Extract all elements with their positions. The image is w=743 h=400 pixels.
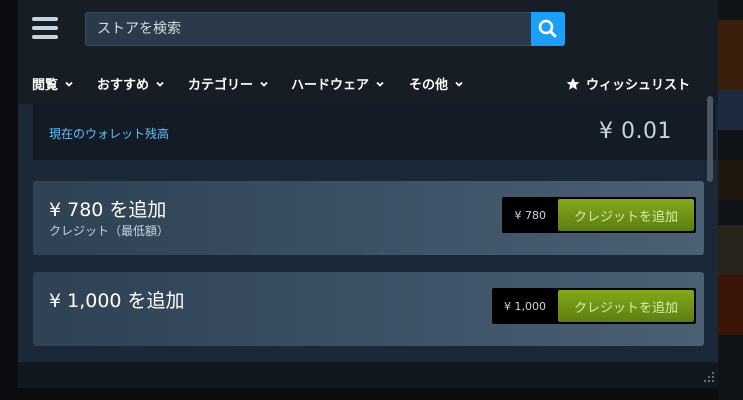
search-button[interactable] bbox=[531, 12, 565, 46]
purchase-box: ¥ 1,000 クレジットを追加 bbox=[491, 288, 696, 324]
store-window: 閲覧 おすすめ カテゴリー ハードウェア その他 ウィッシュリスト 現在のウォ bbox=[18, 0, 718, 388]
add-credit-button[interactable]: クレジットを追加 bbox=[557, 290, 694, 322]
star-icon bbox=[566, 77, 580, 90]
search-icon bbox=[538, 19, 557, 38]
chevron-down-icon bbox=[376, 81, 384, 87]
add-funds-title: ¥ 1,000 を追加 bbox=[49, 290, 185, 312]
balance-value: ¥ 0.01 bbox=[599, 119, 672, 144]
nav-item-other[interactable]: その他 bbox=[409, 74, 464, 93]
nav-item-label: 閲覧 bbox=[32, 78, 59, 93]
nav-item-label: おすすめ bbox=[97, 78, 150, 93]
add-funds-card-1000: ¥ 1,000 を追加 ¥ 1,000 クレジットを追加 bbox=[33, 272, 704, 346]
hamburger-menu-icon[interactable] bbox=[32, 17, 58, 39]
price-label: ¥ 780 bbox=[514, 208, 546, 222]
add-funds-card-780: ¥ 780 を追加 クレジット（最低額） ¥ 780 クレジットを追加 bbox=[33, 181, 704, 255]
wallet-balance-panel: 現在のウォレット残高 ¥ 0.01 bbox=[33, 104, 716, 160]
purchase-box: ¥ 780 クレジットを追加 bbox=[502, 197, 696, 233]
chevron-down-icon bbox=[260, 81, 268, 87]
price-label: ¥ 1,000 bbox=[503, 299, 546, 313]
store-nav: 閲覧 おすすめ カテゴリー ハードウェア その他 ウィッシュリスト bbox=[18, 62, 718, 104]
wishlist-label: ウィッシュリスト bbox=[585, 78, 690, 93]
wallet-content: 現在のウォレット残高 ¥ 0.01 ¥ 780 を追加 クレジット（最低額） ¥… bbox=[18, 104, 718, 388]
chevron-down-icon bbox=[455, 81, 463, 87]
add-credit-button[interactable]: クレジットを追加 bbox=[557, 199, 694, 231]
search-input[interactable] bbox=[85, 12, 531, 46]
background-promo-strip bbox=[718, 0, 743, 400]
nav-item-label: ハードウェア bbox=[291, 78, 370, 93]
resize-grip-icon[interactable] bbox=[703, 371, 715, 383]
chevron-down-icon bbox=[65, 81, 73, 87]
store-header bbox=[18, 0, 718, 62]
window-footer bbox=[18, 362, 718, 388]
nav-item-hardware[interactable]: ハードウェア bbox=[291, 74, 385, 93]
nav-item-label: カテゴリー bbox=[188, 78, 254, 93]
chevron-down-icon bbox=[156, 81, 164, 87]
wishlist-link[interactable]: ウィッシュリスト bbox=[566, 74, 690, 93]
nav-item-categories[interactable]: カテゴリー bbox=[188, 74, 269, 93]
add-funds-subtitle: クレジット（最低額） bbox=[49, 224, 170, 238]
nav-item-label: その他 bbox=[409, 78, 449, 93]
nav-item-recommended[interactable]: おすすめ bbox=[97, 74, 165, 93]
nav-item-browse[interactable]: 閲覧 bbox=[32, 74, 74, 93]
add-funds-title: ¥ 780 を追加 bbox=[49, 199, 167, 221]
balance-label: 現在のウォレット残高 bbox=[49, 127, 170, 141]
search-bar bbox=[85, 12, 565, 46]
vertical-scrollbar[interactable] bbox=[707, 96, 713, 182]
